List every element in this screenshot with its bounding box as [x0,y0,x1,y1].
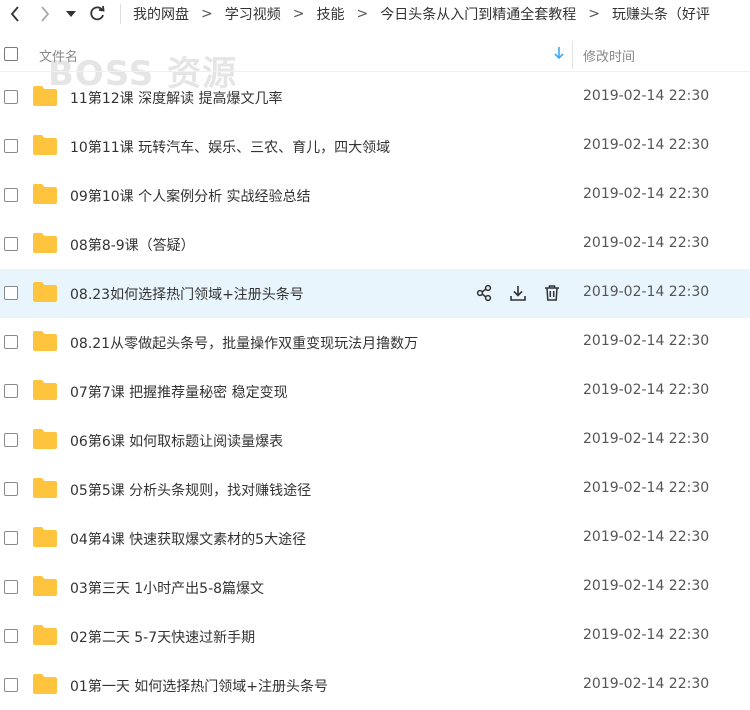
forward-button[interactable] [30,0,60,28]
file-modified-time: 2019-02-14 22:30 [583,284,710,300]
file-modified-time: 2019-02-14 22:30 [583,676,710,692]
file-row[interactable]: 05第5课 分析头条规则，找对赚钱途径 2019-02-14 22:30 [0,465,750,514]
folder-icon [32,575,58,601]
row-checkbox[interactable] [4,139,18,153]
row-checkbox[interactable] [4,433,18,447]
file-name[interactable]: 06第6课 如何取标题让阅读量爆表 [70,431,283,451]
breadcrumb-item[interactable]: 学习视频 [223,4,283,24]
breadcrumb-item[interactable]: 今日头条从入门到精通全套教程 [378,4,578,24]
row-checkbox[interactable] [4,188,18,202]
file-modified-time: 2019-02-14 22:30 [583,529,710,545]
file-name[interactable]: 03第三天 1小时产出5-8篇爆文 [70,578,264,598]
file-name[interactable]: 08.21从零做起头条号，批量操作双重变现玩法月撸数万 [70,333,418,353]
row-checkbox[interactable] [4,384,18,398]
breadcrumb-separator: > [292,6,305,22]
file-modified-time: 2019-02-14 22:30 [583,186,710,202]
file-modified-time: 2019-02-14 22:30 [583,88,710,104]
row-checkbox[interactable] [4,482,18,496]
share-icon[interactable] [474,282,494,304]
folder-icon [32,673,58,699]
row-checkbox[interactable] [4,237,18,251]
breadcrumb-separator: > [201,6,213,22]
folder-icon [32,379,58,405]
file-row[interactable]: 08.21从零做起头条号，批量操作双重变现玩法月撸数万 2019-02-14 2… [0,318,750,367]
breadcrumb-separator: > [356,6,369,22]
name-column-header[interactable]: 文件名 [39,46,78,65]
file-name[interactable]: 11第12课 深度解读 提高爆文几率 [70,88,283,108]
file-name[interactable]: 07第7课 把握推荐量秘密 稳定变现 [70,382,288,402]
row-checkbox[interactable] [4,90,18,104]
file-row[interactable]: 06第6课 如何取标题让阅读量爆表 2019-02-14 22:30 [0,416,750,465]
breadcrumb-separator: > [588,6,600,22]
row-checkbox[interactable] [4,580,18,594]
file-modified-time: 2019-02-14 22:30 [583,627,710,643]
chevron-left-icon [10,6,19,22]
breadcrumb-item[interactable]: 玩赚头条（好评 [610,4,712,24]
caret-down-icon [66,11,76,17]
refresh-button[interactable] [82,0,112,28]
folder-icon [32,330,58,356]
breadcrumb: 我的网盘 > 学习视频 > 技能 > 今日头条从入门到精通全套教程 > 玩赚头条（好评 [131,4,712,24]
file-name[interactable]: 01第一天 如何选择热门领域+注册头条号 [70,676,328,696]
folder-icon [32,624,58,650]
chevron-right-icon [41,6,50,22]
back-button[interactable] [0,0,30,28]
row-actions [474,282,562,304]
file-modified-time: 2019-02-14 22:30 [583,480,710,496]
toolbar-divider [120,4,121,24]
file-modified-time: 2019-02-14 22:30 [583,333,710,349]
folder-icon [32,134,58,160]
file-row[interactable]: 07第7课 把握推荐量秘密 稳定变现 2019-02-14 22:30 [0,367,750,416]
select-all-checkbox[interactable] [4,47,18,61]
file-name[interactable]: 08第8-9课（答疑） [70,235,195,255]
breadcrumb-item[interactable]: 技能 [314,4,346,24]
folder-icon [32,428,58,454]
file-row[interactable]: 09第10课 个人案例分析 实战经验总结 2019-02-14 22:30 [0,171,750,220]
file-name[interactable]: 08.23如何选择热门领域+注册头条号 [70,284,304,304]
download-icon[interactable] [508,282,528,304]
folder-icon [32,183,58,209]
file-row[interactable]: 10第11课 玩转汽车、娱乐、三农、育儿，四大领域 2019-02-14 22:… [0,122,750,171]
row-checkbox[interactable] [4,531,18,545]
file-name[interactable]: 05第5课 分析头条规则，找对赚钱途径 [70,480,311,500]
folder-icon [32,85,58,111]
file-row[interactable]: 02第二天 5-7天快速过新手期 2019-02-14 22:30 [0,612,750,661]
row-checkbox[interactable] [4,629,18,643]
file-name[interactable]: 10第11课 玩转汽车、娱乐、三农、育儿，四大领域 [70,137,390,157]
breadcrumb-item[interactable]: 我的网盘 [131,4,191,24]
folder-icon [32,281,58,307]
file-modified-time: 2019-02-14 22:30 [583,382,710,398]
modified-time-column-header[interactable]: 修改时间 [583,46,635,65]
file-modified-time: 2019-02-14 22:30 [583,235,710,251]
folder-icon [32,232,58,258]
file-row[interactable]: 08.23如何选择热门领域+注册头条号 2019-02-14 22:30 [0,269,750,318]
file-modified-time: 2019-02-14 22:30 [583,137,710,153]
file-row[interactable]: 11第12课 深度解读 提高爆文几率 2019-02-14 22:30 [0,73,750,122]
folder-icon [32,526,58,552]
delete-icon[interactable] [542,282,562,304]
file-row[interactable]: 04第4课 快速获取爆文素材的5大途径 2019-02-14 22:30 [0,514,750,563]
column-divider[interactable] [572,41,573,69]
file-modified-time: 2019-02-14 22:30 [583,431,710,447]
file-row[interactable]: 03第三天 1小时产出5-8篇爆文 2019-02-14 22:30 [0,563,750,612]
file-modified-time: 2019-02-14 22:30 [583,578,710,594]
file-row[interactable]: 01第一天 如何选择热门领域+注册头条号 2019-02-14 22:30 [0,661,750,710]
file-name[interactable]: 02第二天 5-7天快速过新手期 [70,627,255,647]
sort-arrow-icon[interactable] [553,46,565,64]
column-header: 文件名 修改时间 [0,37,750,72]
row-checkbox[interactable] [4,286,18,300]
refresh-icon [90,5,105,21]
navigation-bar: 我的网盘 > 学习视频 > 技能 > 今日头条从入门到精通全套教程 > 玩赚头条（好评 [0,0,750,28]
row-checkbox[interactable] [4,335,18,349]
history-dropdown-button[interactable] [60,0,82,28]
folder-icon [32,477,58,503]
file-row[interactable]: 08第8-9课（答疑） 2019-02-14 22:30 [0,220,750,269]
file-name[interactable]: 04第4课 快速获取爆文素材的5大途径 [70,529,306,549]
row-checkbox[interactable] [4,678,18,692]
file-name[interactable]: 09第10课 个人案例分析 实战经验总结 [70,186,311,206]
